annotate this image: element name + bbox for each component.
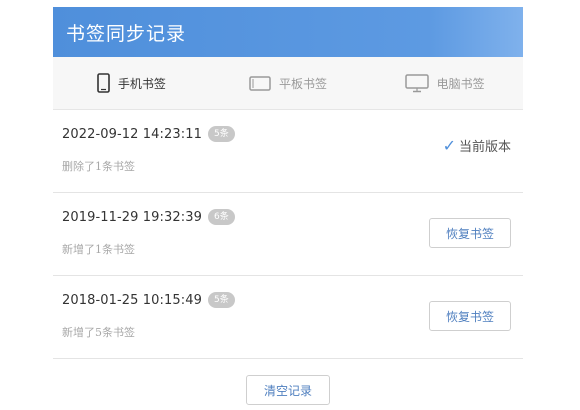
restore-bookmarks-button[interactable]: 恢复书签 <box>429 301 511 331</box>
phone-icon <box>97 73 110 93</box>
current-version-label: 当前版本 <box>458 140 511 155</box>
restore-bookmarks-button[interactable]: 恢复书签 <box>429 218 511 248</box>
page-title: 书签同步记录 <box>66 22 187 45</box>
title-bar: 书签同步记录 <box>53 7 523 57</box>
device-tabs: 手机书签 平板书签 电脑书签 <box>53 57 523 110</box>
computer-icon <box>404 73 429 93</box>
current-version-status: ✓ 当前版本 <box>443 136 511 155</box>
tab-label: 电脑书签 <box>436 76 485 91</box>
record-datetime: 2018-01-25 10:15:49 <box>62 292 202 308</box>
sync-history-screen: 书签同步记录 手机书签 平板书签 电脑书签 2022-09-12 14:23:1… <box>53 7 523 410</box>
record-datetime: 2022-09-12 14:23:11 <box>62 126 202 142</box>
tab-phone[interactable]: 手机书签 <box>53 57 210 109</box>
tab-label: 平板书签 <box>279 76 328 91</box>
count-badge: 5条 <box>207 126 235 142</box>
footer: 清空记录 <box>53 359 523 405</box>
list-item: 2019-11-29 19:32:39 6条 新增了1条书签 恢复书签 <box>53 193 523 276</box>
tablet-icon <box>249 75 271 91</box>
check-icon: ✓ <box>442 136 456 155</box>
record-header: 2018-01-25 10:15:49 5条 <box>62 292 235 308</box>
count-badge: 5条 <box>207 292 235 308</box>
count-badge: 6条 <box>207 209 235 225</box>
clear-records-button[interactable]: 清空记录 <box>246 375 330 405</box>
record-description: 新增了1条书签 <box>62 243 135 256</box>
record-header: 2019-11-29 19:32:39 6条 <box>62 209 235 225</box>
tab-label: 手机书签 <box>117 76 166 91</box>
list-item: 2018-01-25 10:15:49 5条 新增了5条书签 恢复书签 <box>53 276 523 359</box>
record-datetime: 2019-11-29 19:32:39 <box>62 209 202 225</box>
tab-computer[interactable]: 电脑书签 <box>366 57 523 109</box>
list-item: 2022-09-12 14:23:11 5条 删除了1条书签 ✓ 当前版本 <box>53 110 523 193</box>
record-description: 删除了1条书签 <box>62 160 135 173</box>
tab-tablet[interactable]: 平板书签 <box>210 57 367 109</box>
record-description: 新增了5条书签 <box>62 326 135 339</box>
record-header: 2022-09-12 14:23:11 5条 <box>62 126 235 142</box>
